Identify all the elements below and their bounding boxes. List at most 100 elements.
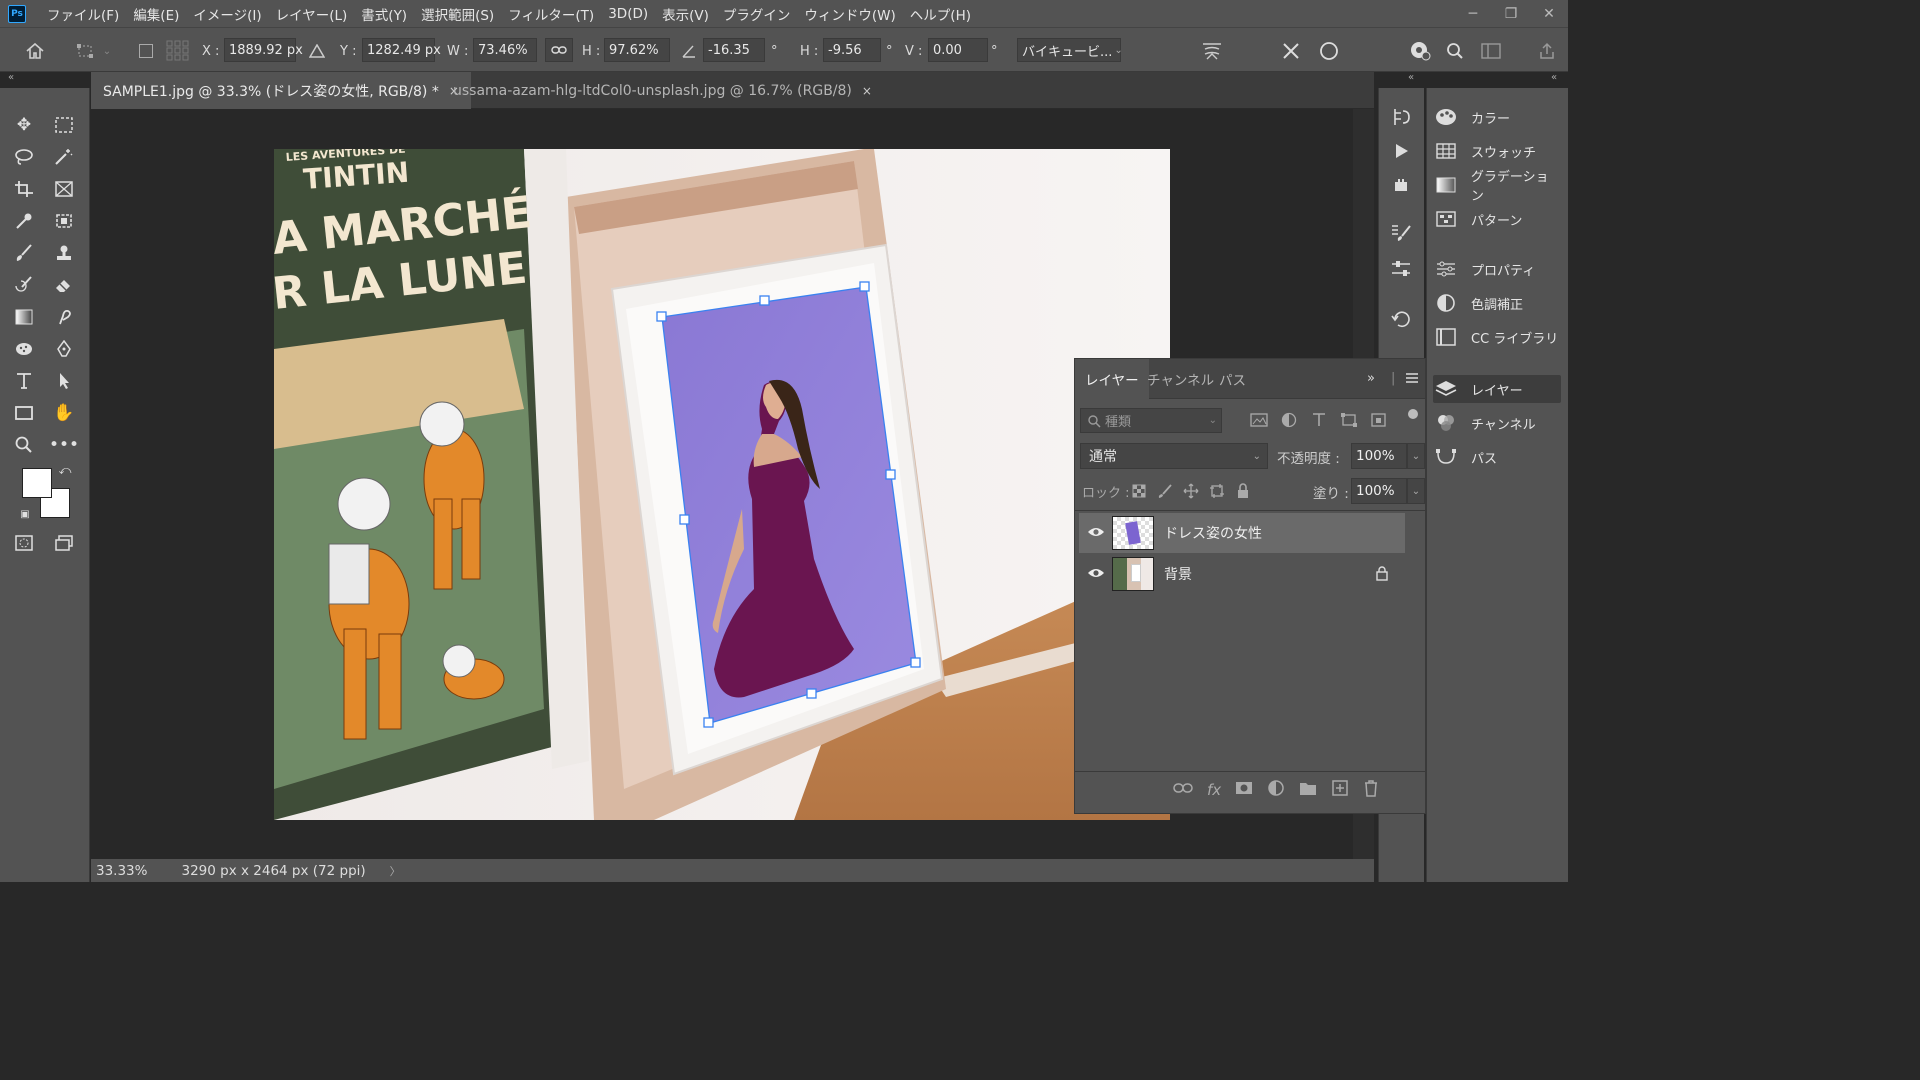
- tool-preset-chevron-icon[interactable]: ⌄: [100, 38, 114, 64]
- sponge-tool-icon[interactable]: [10, 336, 38, 362]
- workspace-icon[interactable]: [1478, 38, 1504, 64]
- skew-v-field[interactable]: 0.00: [928, 38, 988, 62]
- menu-layer[interactable]: レイヤー(L): [269, 4, 355, 24]
- warp-mode-icon[interactable]: [1198, 38, 1226, 64]
- tab-sample1[interactable]: SAMPLE1.jpg @ 33.3% (ドレス姿の女性, RGB/8) * ×: [91, 72, 471, 109]
- search-icon[interactable]: [1442, 38, 1468, 64]
- stamp-tool-icon[interactable]: [50, 240, 78, 266]
- layer-name[interactable]: 背景: [1164, 564, 1192, 584]
- visibility-eye-icon[interactable]: [1087, 525, 1105, 543]
- close-window-icon[interactable]: ✕: [1530, 0, 1568, 27]
- relative-position-icon[interactable]: [308, 38, 326, 64]
- menu-help[interactable]: ヘルプ(H): [903, 4, 978, 24]
- interpolation-select[interactable]: バイキュービ... ⌄: [1017, 38, 1123, 62]
- link-layers-icon[interactable]: [1173, 781, 1193, 799]
- x-position-field[interactable]: 1889.92 px: [224, 38, 303, 62]
- marquee-tool-icon[interactable]: [50, 112, 78, 138]
- rotation-field[interactable]: -16.35: [703, 38, 765, 62]
- skew-h-field[interactable]: -9.56: [823, 38, 881, 62]
- type-tool-icon[interactable]: [10, 368, 38, 394]
- restore-icon[interactable]: ❐: [1492, 0, 1530, 27]
- screen-mode-icon[interactable]: [50, 530, 78, 556]
- filter-adjustment-icon[interactable]: [1280, 412, 1298, 432]
- layer-row[interactable]: ドレス姿の女性: [1079, 513, 1405, 553]
- rectangle-tool-icon[interactable]: [10, 400, 38, 426]
- close-tab-icon[interactable]: ×: [862, 84, 872, 98]
- lock-artboard-icon[interactable]: [1209, 483, 1225, 503]
- document-image[interactable]: LES AVENTURES DE TINTIN A MARCHÉ R LA LU…: [274, 149, 1170, 820]
- gradient-tool-icon[interactable]: [10, 304, 38, 330]
- magic-wand-tool-icon[interactable]: [50, 144, 78, 170]
- lasso-tool-icon[interactable]: [10, 144, 38, 170]
- panel-expand-icon[interactable]: »: [1367, 371, 1375, 386]
- layer-name[interactable]: ドレス姿の女性: [1164, 523, 1262, 543]
- dock-channels[interactable]: チャンネル: [1433, 409, 1561, 437]
- transform-tool-icon[interactable]: [74, 38, 96, 64]
- tab-paths[interactable]: パス: [1209, 359, 1256, 399]
- filter-shape-icon[interactable]: [1340, 412, 1358, 432]
- eyedropper-tool-icon[interactable]: [10, 208, 38, 234]
- layer-filter-select[interactable]: 種類 ⌄: [1080, 408, 1222, 433]
- minimize-icon[interactable]: ─: [1454, 0, 1492, 27]
- menu-type[interactable]: 書式(Y): [354, 4, 414, 24]
- fill-field[interactable]: 100%: [1351, 478, 1407, 504]
- add-mask-icon[interactable]: [1235, 781, 1253, 799]
- filter-toggle[interactable]: [1408, 409, 1418, 419]
- menu-file[interactable]: ファイル(F): [40, 4, 126, 24]
- dock-layers[interactable]: レイヤー: [1433, 375, 1561, 403]
- adjustments-sliders-icon[interactable]: [1387, 256, 1415, 282]
- dock-color[interactable]: カラー: [1433, 103, 1561, 131]
- dock-swatches[interactable]: スウォッチ: [1433, 137, 1561, 165]
- new-adjustment-layer-icon[interactable]: [1267, 779, 1285, 801]
- layer-effects-icon[interactable]: fx: [1207, 781, 1221, 799]
- learn-search-icon[interactable]: [1406, 38, 1434, 64]
- layer-row[interactable]: 背景: [1079, 554, 1405, 594]
- plugin-panel-icon[interactable]: [1387, 172, 1415, 198]
- menu-window[interactable]: ウィンドウ(W): [797, 4, 902, 24]
- swap-colors-icon[interactable]: ⤺: [56, 462, 74, 478]
- dock-cc-libraries[interactable]: CC ライブラリ: [1433, 323, 1561, 351]
- delete-layer-icon[interactable]: [1363, 779, 1379, 801]
- menu-plugins[interactable]: プラグイン: [716, 4, 798, 24]
- move-tool-icon[interactable]: ✥: [10, 112, 38, 138]
- dock-gradients[interactable]: グラデーション: [1433, 170, 1561, 204]
- height-field[interactable]: 97.62%: [604, 38, 670, 62]
- menu-edit[interactable]: 編集(E): [126, 4, 186, 24]
- menu-view[interactable]: 表示(V): [655, 4, 716, 24]
- new-layer-icon[interactable]: [1331, 779, 1349, 801]
- collapse-toolbar-icon[interactable]: «: [8, 72, 14, 88]
- more-tools-icon[interactable]: •••: [49, 432, 79, 458]
- cancel-transform-icon[interactable]: [1278, 38, 1304, 64]
- menu-select[interactable]: 選択範囲(S): [414, 4, 501, 24]
- filter-smart-object-icon[interactable]: [1370, 412, 1388, 432]
- history-panel-icon[interactable]: [1387, 104, 1415, 130]
- dock-patterns[interactable]: パターン: [1433, 205, 1561, 233]
- pen-tool-icon[interactable]: [50, 336, 78, 362]
- y-position-field[interactable]: 1282.49 px: [362, 38, 441, 62]
- panel-menu-icon[interactable]: [1405, 372, 1419, 388]
- lock-pixels-icon[interactable]: [1157, 483, 1173, 503]
- tab-unsplash[interactable]: ussama-azam-hlg-ltdCol0-unsplash.jpg @ 1…: [441, 72, 884, 109]
- collapse-dock-icon[interactable]: «: [1551, 72, 1557, 88]
- dock-adjustments[interactable]: 色調補正: [1433, 289, 1561, 317]
- share-icon[interactable]: [1534, 38, 1560, 64]
- crop-tool-icon[interactable]: [10, 176, 38, 202]
- commit-transform-icon[interactable]: [1316, 38, 1342, 64]
- object-selection-tool-icon[interactable]: [50, 208, 78, 234]
- reference-point-grid-icon[interactable]: [166, 38, 190, 64]
- quick-mask-icon[interactable]: [10, 530, 38, 556]
- history-states-icon[interactable]: [1387, 306, 1415, 332]
- filter-pixel-icon[interactable]: [1250, 412, 1268, 432]
- zoom-level[interactable]: 33.33%: [96, 863, 147, 879]
- zoom-tool-icon[interactable]: [10, 432, 38, 458]
- lock-transparency-icon[interactable]: [1131, 483, 1147, 503]
- path-selection-tool-icon[interactable]: [50, 368, 78, 394]
- default-colors-icon[interactable]: ▣: [16, 506, 34, 522]
- link-aspect-icon[interactable]: [545, 38, 573, 62]
- foreground-color-swatch[interactable]: [22, 468, 52, 498]
- menu-image[interactable]: イメージ(I): [186, 4, 268, 24]
- hand-tool-icon[interactable]: ✋: [50, 400, 78, 426]
- opacity-field[interactable]: 100%: [1351, 443, 1407, 469]
- blend-mode-select[interactable]: 通常 ⌄: [1080, 443, 1268, 469]
- reference-point-checkbox[interactable]: [139, 38, 153, 64]
